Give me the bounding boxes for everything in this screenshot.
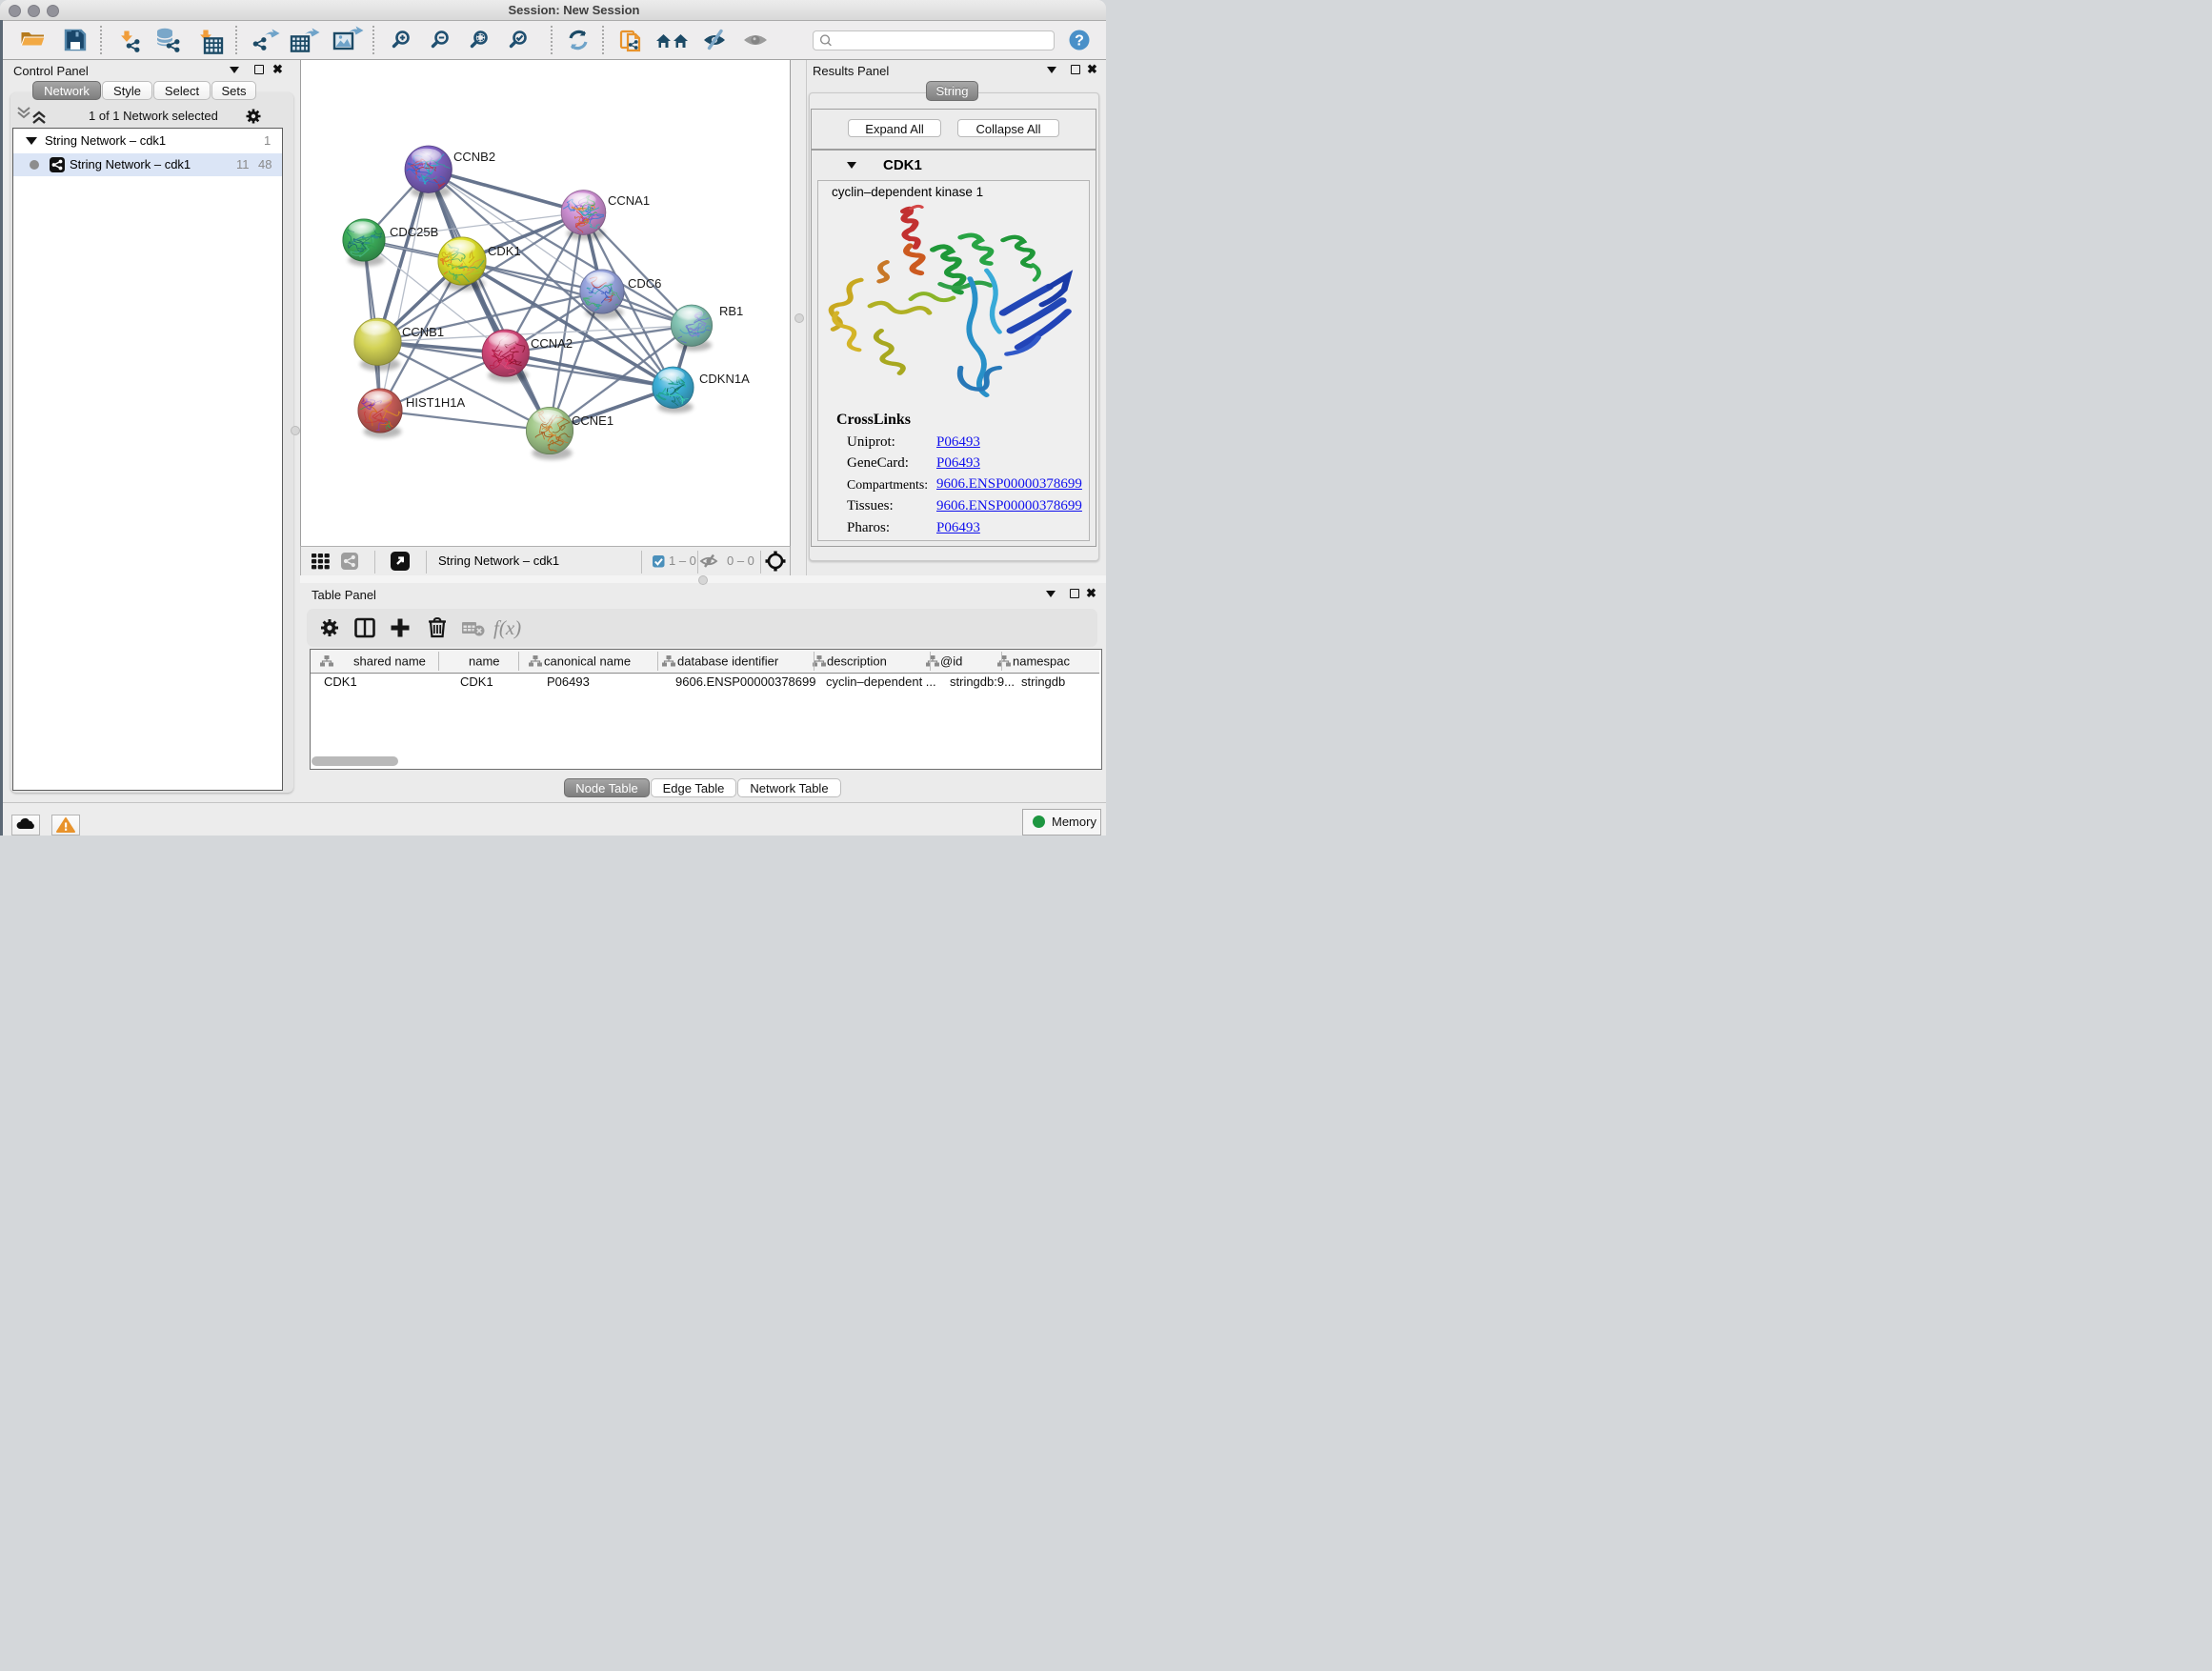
svg-text:CCNB1: CCNB1 [402,325,444,339]
svg-text:namespac: namespac [1013,654,1070,669]
svg-text:?: ? [1075,33,1084,50]
svg-text:1 of 1 Network selected: 1 of 1 Network selected [89,109,218,123]
svg-text:CCNA2: CCNA2 [531,336,573,351]
svg-text:CCNA1: CCNA1 [608,193,650,208]
svg-text:database identifier: database identifier [677,654,779,669]
svg-text:CCNE1: CCNE1 [572,413,613,428]
svg-text:CDC6: CDC6 [628,276,661,291]
svg-text:f(x): f(x) [493,616,521,639]
svg-text:description: description [827,654,887,669]
svg-text:name: name [469,654,500,669]
svg-text:RB1: RB1 [719,304,743,318]
svg-text:@id: @id [940,654,962,669]
svg-text:shared name: shared name [353,654,426,669]
svg-text:HIST1H1A: HIST1H1A [406,395,465,410]
svg-text:CDKN1A: CDKN1A [699,372,750,386]
svg-text:CDC25B: CDC25B [390,225,438,239]
svg-text:CCNB2: CCNB2 [453,150,495,164]
svg-text:CDK1: CDK1 [488,244,521,258]
svg-text:canonical name: canonical name [544,654,631,669]
